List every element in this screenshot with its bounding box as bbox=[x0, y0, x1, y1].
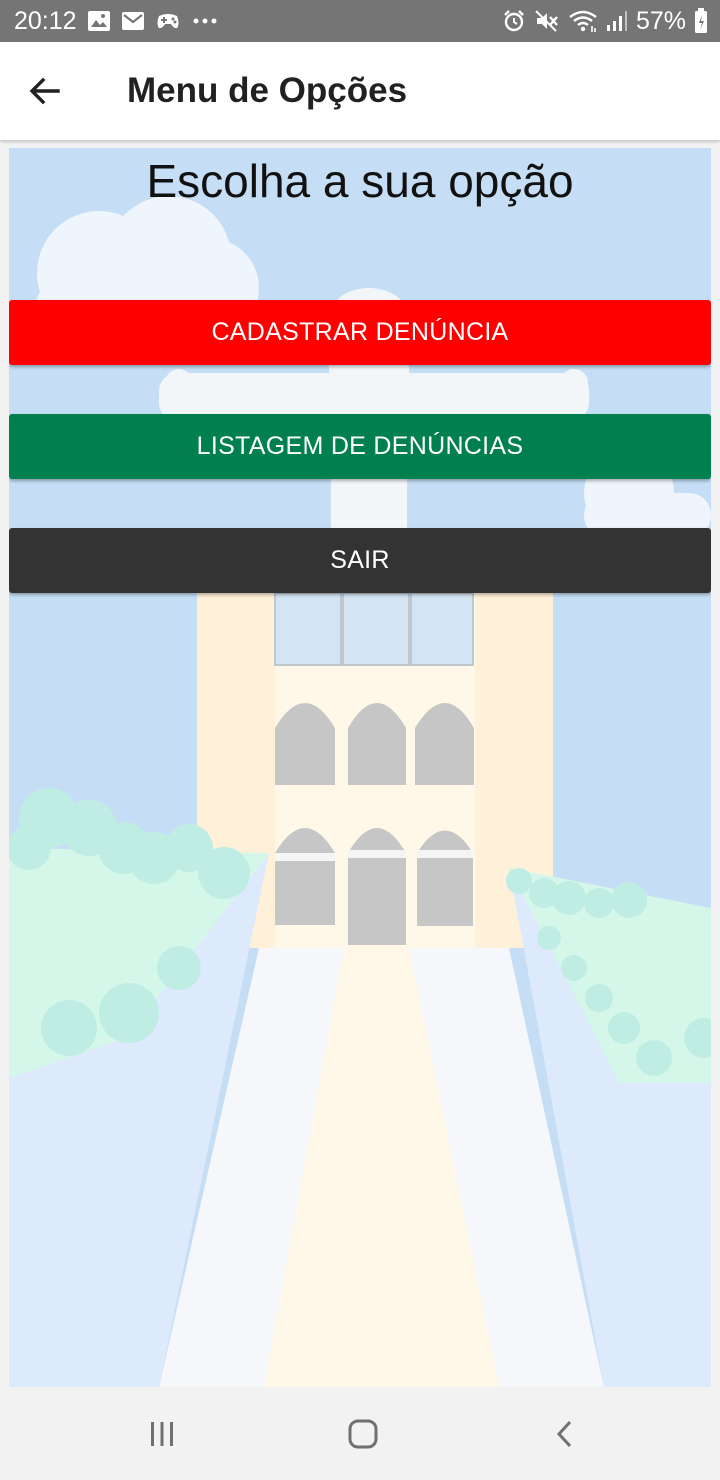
game-controller-icon bbox=[155, 10, 181, 32]
navigation-bar bbox=[0, 1387, 720, 1480]
list-complaints-button[interactable]: LISTAGEM DE DENÚNCIAS bbox=[9, 414, 711, 479]
app-screen: 20:12 57% Menu de Opções Escolha a sua o… bbox=[0, 0, 720, 1480]
app-bar: Menu de Opções bbox=[0, 42, 720, 140]
register-complaint-button[interactable]: CADASTRAR DENÚNCIA bbox=[9, 300, 711, 365]
signal-icon bbox=[606, 9, 628, 33]
status-time: 20:12 bbox=[14, 6, 77, 35]
image-icon bbox=[87, 10, 111, 32]
alarm-icon bbox=[502, 9, 526, 33]
recent-apps-icon bbox=[151, 1422, 173, 1446]
status-left: 20:12 bbox=[14, 0, 219, 42]
home-icon bbox=[348, 1419, 378, 1449]
chevron-left-icon bbox=[556, 1420, 572, 1448]
arrow-left-icon bbox=[29, 77, 60, 105]
recent-apps-button[interactable] bbox=[132, 1409, 192, 1459]
status-bar: 20:12 57% bbox=[0, 0, 720, 42]
status-right: 57% bbox=[502, 0, 708, 42]
page-title: Menu de Opções bbox=[127, 71, 408, 110]
more-dots-icon bbox=[191, 10, 219, 32]
exit-button[interactable]: SAIR bbox=[9, 528, 711, 593]
mute-icon bbox=[534, 9, 560, 33]
page-heading: Escolha a sua opção bbox=[146, 155, 574, 207]
wifi-icon bbox=[568, 9, 598, 33]
mail-icon bbox=[121, 10, 145, 32]
battery-percent: 57% bbox=[635, 6, 686, 35]
nav-back-button[interactable] bbox=[535, 1409, 595, 1459]
home-button[interactable] bbox=[333, 1409, 393, 1459]
back-button[interactable] bbox=[18, 64, 72, 118]
battery-icon bbox=[694, 8, 708, 34]
options-content: Escolha a sua opção CADASTRAR DENÚNCIA L… bbox=[9, 148, 711, 1387]
